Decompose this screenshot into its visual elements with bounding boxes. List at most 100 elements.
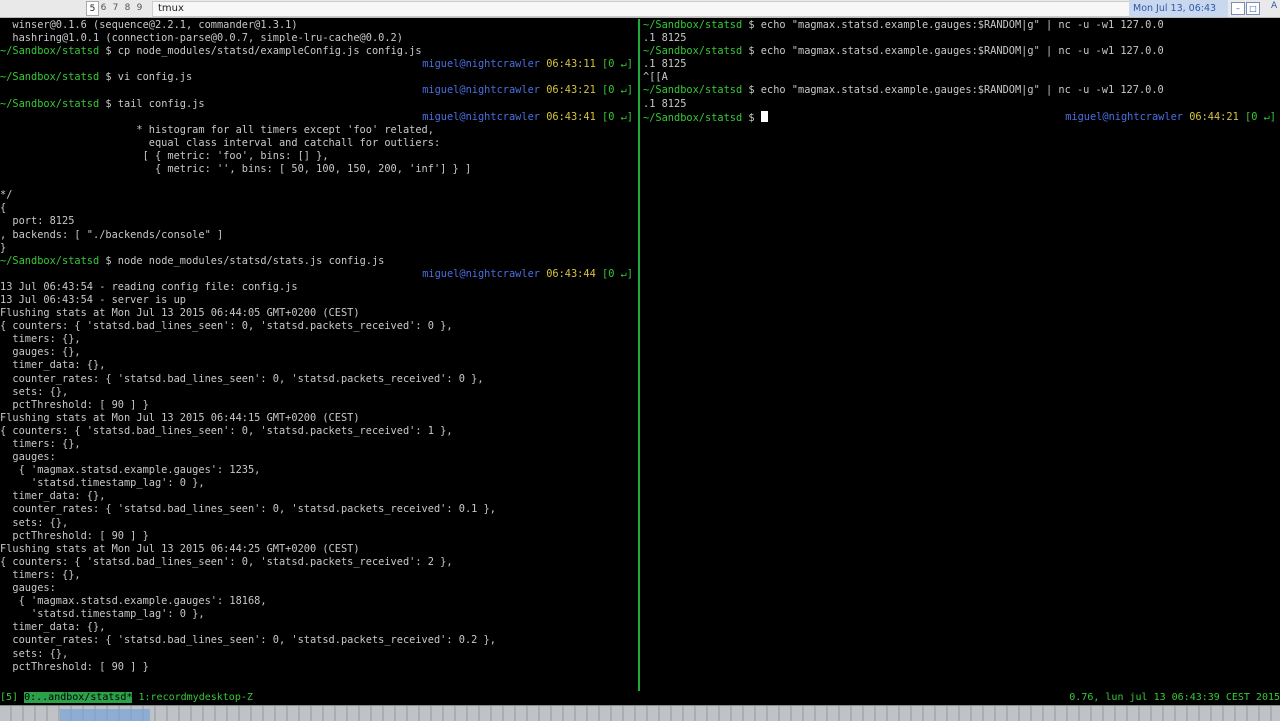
bottom-taskbar[interactable] [0,705,1280,721]
line-text: { metric: '', bins: [ 50, 100, 150, 200,… [0,163,472,176]
prompt-cwd: ~/Sandbox/statsd [0,45,100,58]
line-text: timer_data: {}, [0,490,106,503]
prompt-cwd: ~/Sandbox/statsd [0,71,100,84]
line-text: [ { metric: 'foo', bins: [] }, [0,149,329,162]
text-cursor [760,110,768,122]
line-text: 'statsd.timestamp_lag': 0 }, [0,608,205,621]
terminal-line: counter_rates: { 'statsd.bad_lines_seen'… [0,503,637,516]
rprompt-time: 06:43:41 [546,110,596,123]
terminal-line: * histogram for all timers except 'foo' … [0,124,637,137]
rprompt-user: miguel@nightcrawler [422,267,540,280]
terminal-line: */ [0,189,637,202]
taskbar-active-item[interactable] [60,709,150,721]
terminal-line: timer_data: {}, [0,490,637,503]
line-text: equal class interval and catchall for ou… [0,136,441,149]
terminal-line: ~/Sandbox/statsd $ tail config.js [0,98,637,111]
terminal-line: gauges: [0,451,637,464]
line-text: $ echo "magmax.statsd.example.gauges:$RA… [742,84,1164,97]
terminal-line: miguel@nightcrawler 06:43:44 [0 ↵] [0,268,637,281]
terminal-line: { [0,202,637,215]
workspace-7[interactable]: 7 [110,1,121,15]
window-title-tab[interactable]: tmux [152,1,1134,17]
line-text: pctThreshold: [ 90 ] } [0,529,149,542]
prompt-cwd: ~/Sandbox/statsd [0,254,100,267]
left-terminal-pane[interactable]: winser@0.1.6 (sequence@2.2.1, commander@… [0,19,637,677]
line-text: $ cp node_modules/statsd/exampleConfig.j… [99,45,422,58]
rprompt-user: miguel@nightcrawler [422,58,540,71]
terminal-line: timer_data: {}, [0,621,637,634]
line-text: counter_rates: { 'statsd.bad_lines_seen'… [0,372,484,385]
rprompt-time: 06:43:44 [546,267,596,280]
line-text: .1 8125 [643,58,687,71]
maximize-icon[interactable]: □ [1246,2,1260,15]
line-text: Flushing stats at Mon Jul 13 2015 06:44:… [0,307,360,320]
line-text: $ node node_modules/statsd/stats.js conf… [99,254,385,267]
line-text: */ [0,189,13,202]
line-text: pctThreshold: [ 90 ] } [0,660,149,673]
line-text: sets: {}, [0,647,69,660]
pane-divider[interactable] [638,19,640,691]
prompt-cwd: ~/Sandbox/statsd [643,84,743,97]
terminal-line: 13 Jul 06:43:54 - reading config file: c… [0,281,637,294]
rprompt-user: miguel@nightcrawler [1065,110,1183,123]
terminal-line: miguel@nightcrawler 06:43:11 [0 ↵] [0,58,637,71]
terminal-line: Flushing stats at Mon Jul 13 2015 06:44:… [0,543,637,556]
right-prompt: miguel@nightcrawler 06:43:11 [0 ↵] [422,58,633,71]
panel-clock[interactable]: Mon Jul 13, 06:43 [1129,0,1228,17]
terminal-line: Flushing stats at Mon Jul 13 2015 06:44:… [0,412,637,425]
workspace-6[interactable]: 6 [98,1,109,15]
line-text: hashring@1.0.1 (connection-parse@0.0.7, … [0,32,403,45]
status-right: 0.76, lun jul 13 06:43:39 CEST 2015 [1069,692,1280,703]
line-text: pctThreshold: [ 90 ] } [0,398,149,411]
terminal-line: ~/Sandbox/statsd $ miguel@nightcrawler 0… [643,110,1280,124]
terminal-line: 13 Jul 06:43:54 - server is up [0,294,637,307]
minimize-icon[interactable]: – [1231,2,1245,15]
terminal-line: counter_rates: { 'statsd.bad_lines_seen'… [0,634,637,647]
line-text: timers: {}, [0,438,81,450]
tmux-status-bar: [5] 0:..andbox/statsd* 1:recordmydesktop… [0,691,1280,704]
workspace-9[interactable]: 9 [134,1,145,15]
line-text: Flushing stats at Mon Jul 13 2015 06:44:… [0,411,360,424]
terminal-line: timers: {}, [0,333,637,346]
rprompt-user: miguel@nightcrawler [422,84,540,97]
terminal-line: { 'magmax.statsd.example.gauges': 18168, [0,595,637,608]
right-prompt: miguel@nightcrawler 06:43:41 [0 ↵] [422,111,633,124]
right-terminal-pane[interactable]: ~/Sandbox/statsd $ echo "magmax.statsd.e… [643,19,1280,677]
panel-trailing-text: A [1271,1,1278,11]
terminal-line: gauges: [0,582,637,595]
line-text: timers: {}, [0,568,81,581]
line-text: { 'magmax.statsd.example.gauges': 18168, [0,595,267,608]
line-text: sets: {}, [0,385,69,398]
terminal-line: 'statsd.timestamp_lag': 0 }, [0,477,637,490]
line-text: ^[[A [643,71,668,84]
line-text: winser@0.1.6 (sequence@2.2.1, commander@… [0,19,298,31]
terminal-line: { counters: { 'statsd.bad_lines_seen': 0… [0,425,637,438]
terminal-line: ~/Sandbox/statsd $ echo "magmax.statsd.e… [643,84,1280,97]
rprompt-time: 06:43:21 [546,84,596,97]
line-text: timer_data: {}, [0,621,106,634]
tmux-window-0[interactable]: 0:..andbox/statsd* [24,692,133,703]
line-text: $ [742,111,761,124]
line-text: * histogram for all timers except 'foo' … [0,123,434,136]
terminal-line: sets: {}, [0,648,637,661]
line-text: counter_rates: { 'statsd.bad_lines_seen'… [0,634,496,647]
workspace-8[interactable]: 8 [122,1,133,15]
terminal-line: ~/Sandbox/statsd $ echo "magmax.statsd.e… [643,45,1280,58]
terminal-line: timers: {}, [0,569,637,582]
terminal-line: counter_rates: { 'statsd.bad_lines_seen'… [0,373,637,386]
tmux-window-1[interactable]: 1:recordmydesktop-Z [132,692,252,703]
right-prompt: miguel@nightcrawler 06:44:21 [0 ↵] [1065,111,1276,124]
line-text: gauges: [0,451,56,464]
line-text: , backends: [ "./backends/console" ] [0,228,224,241]
terminal-line: .1 8125 [643,98,1280,111]
line-text: 13 Jul 06:43:54 - reading config file: c… [0,280,298,293]
line-text: timer_data: {}, [0,359,106,372]
terminal-line: timers: {}, [0,438,637,451]
line-text: } [0,241,7,254]
terminal-line: } [0,242,637,255]
terminal-line: pctThreshold: [ 90 ] } [0,661,637,674]
prompt-cwd: ~/Sandbox/statsd [0,97,100,110]
terminal-line: equal class interval and catchall for ou… [0,137,637,150]
line-text: gauges: {}, [0,346,81,359]
